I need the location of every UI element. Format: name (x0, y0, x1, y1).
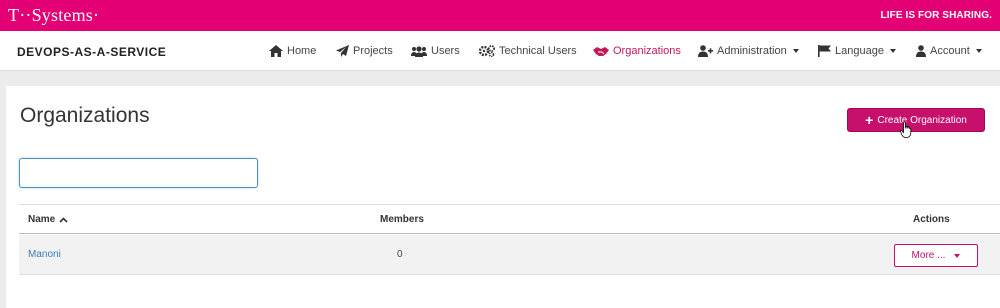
chevron-down-icon (954, 253, 961, 258)
plus-icon: + (865, 112, 874, 128)
table-row: Manoni 0 More ... (19, 235, 1000, 275)
more-actions-label: More ... (911, 250, 946, 261)
nav-language[interactable]: Language (818, 44, 896, 58)
nav-users-label: Users (431, 45, 460, 57)
organization-name-link[interactable]: Manoni (28, 249, 61, 260)
home-icon (269, 45, 283, 57)
nav-projects-label: Projects (353, 45, 393, 57)
column-header-members: Members (380, 214, 424, 225)
column-header-name[interactable]: Name (28, 214, 68, 225)
create-organization-button[interactable]: + Create Organization (847, 108, 985, 132)
chevron-down-icon (975, 49, 982, 53)
page-title: Organizations (20, 104, 150, 127)
nav-home[interactable]: Home (269, 44, 316, 58)
nav-administration[interactable]: Administration (698, 44, 799, 58)
organizations-panel: Organizations + Create Organization Name… (6, 86, 1000, 308)
users-icon (411, 45, 427, 57)
hand-cursor-icon (900, 122, 912, 138)
user-icon (916, 45, 926, 57)
flag-icon (818, 45, 831, 57)
gears-icon (479, 45, 495, 57)
user-plus-icon (698, 45, 713, 57)
column-header-name-label: Name (28, 214, 56, 225)
t-systems-logo: T··Systems· (8, 5, 100, 25)
nav-users[interactable]: Users (411, 44, 460, 58)
column-header-actions: Actions (913, 214, 950, 225)
more-actions-button[interactable]: More ... (894, 244, 978, 267)
nav-language-label: Language (835, 45, 884, 57)
main-navbar: DEVOPS-AS-A-SERVICE Home Projects Users … (0, 31, 1000, 71)
nav-administration-label: Administration (717, 45, 787, 57)
handshake-icon (593, 46, 609, 56)
brand-tagline: LIFE IS FOR SHARING. (880, 10, 992, 21)
brand-bar: T··Systems· LIFE IS FOR SHARING. (0, 0, 1000, 31)
create-organization-label: Create Organization (877, 114, 967, 126)
nav-technical-users[interactable]: Technical Users (479, 44, 577, 58)
nav-account-label: Account (930, 45, 970, 57)
nav-home-label: Home (287, 45, 317, 57)
paper-plane-icon (336, 45, 349, 57)
app-brand[interactable]: DEVOPS-AS-A-SERVICE (17, 45, 166, 59)
nav-technical-users-label: Technical Users (499, 45, 577, 57)
member-count: 0 (397, 249, 403, 260)
chevron-down-icon (889, 49, 896, 53)
nav-organizations[interactable]: Organizations (593, 44, 681, 58)
sort-ascending-icon (59, 216, 68, 223)
nav-projects[interactable]: Projects (336, 44, 393, 58)
search-input[interactable] (19, 158, 258, 188)
nav-account[interactable]: Account (916, 44, 982, 58)
nav-organizations-label: Organizations (613, 45, 681, 57)
chevron-down-icon (792, 49, 799, 53)
table-header: Name Members Actions (19, 204, 1000, 234)
